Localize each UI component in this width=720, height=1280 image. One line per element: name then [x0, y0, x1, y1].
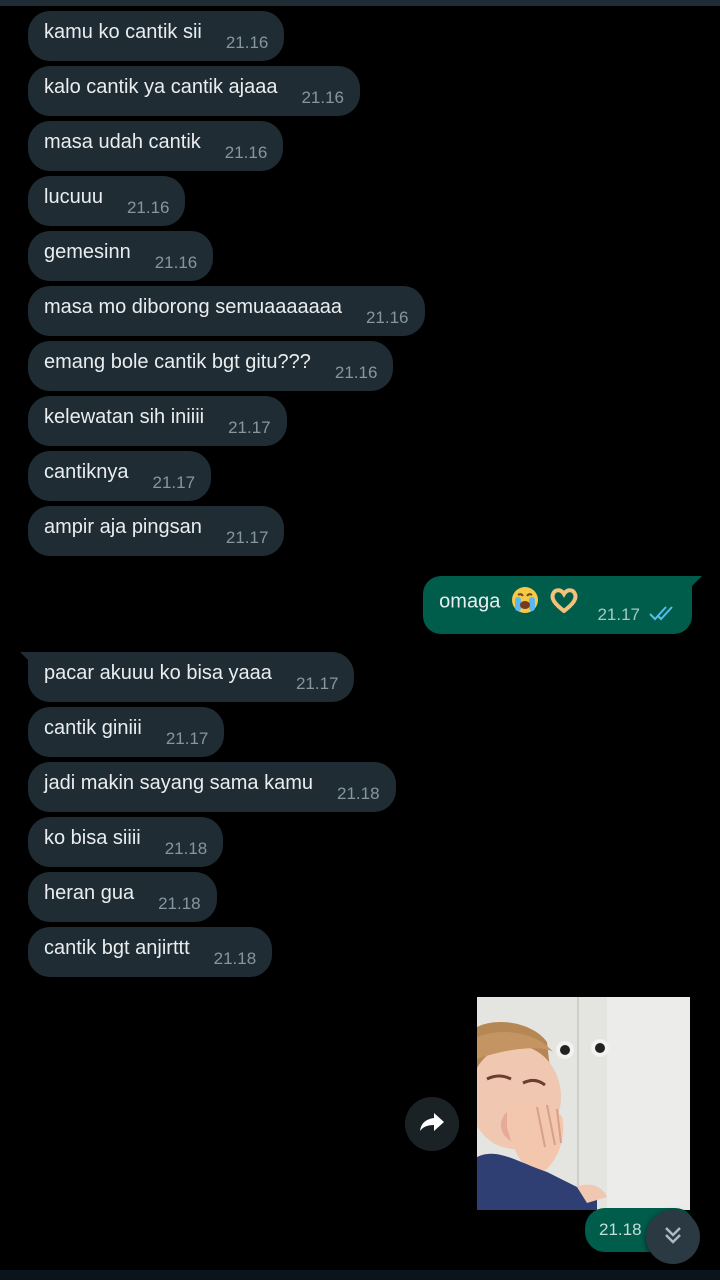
message-bubble-incoming[interactable]: cantik bgt anjirttt 21.18: [28, 927, 273, 977]
bubble-tail: [686, 576, 702, 592]
message-text: cantik giniii: [44, 717, 142, 739]
message-time: 21.18: [213, 949, 257, 968]
message-bubble-incoming[interactable]: kelewatan sih iniiii 21.17: [28, 396, 287, 446]
message-time: 21.17: [152, 473, 196, 492]
message-time: 21.18: [164, 839, 208, 858]
message-bubble-outgoing[interactable]: omaga 21.17: [423, 576, 702, 634]
message-bubble-incoming[interactable]: emang bole cantik bgt gitu??? 21.16: [28, 341, 394, 391]
message-text: cantik bgt anjirttt: [44, 937, 190, 959]
message-time: 21.16: [126, 198, 170, 217]
message-bubble-incoming[interactable]: ko bisa siiii 21.18: [28, 817, 224, 867]
message-text: ampir aja pingsan: [44, 516, 202, 538]
message-time: 21.16: [334, 363, 378, 382]
message-time: 21.18: [158, 894, 201, 913]
message-text: omaga: [439, 585, 579, 619]
message-text: heran gua: [44, 882, 135, 904]
message-text: emang bole cantik bgt gitu???: [44, 351, 311, 373]
message-bubble-incoming[interactable]: heran gua 21.18: [28, 872, 217, 922]
message-time: 21.16: [154, 253, 198, 272]
message-bubble-incoming[interactable]: pacar akuuu ko bisa yaaa 21.17: [20, 652, 355, 702]
message-time: 21.17: [228, 418, 271, 437]
message-bubble-incoming[interactable]: lucuuu 21.16: [28, 176, 186, 226]
message-text: ko bisa siiii: [44, 827, 141, 849]
message-text: cantiknya: [44, 461, 129, 483]
message-bubble-incoming[interactable]: jadi makin sayang sama kamu 21.18: [28, 762, 396, 812]
message-text: masa mo diborong semuaaaaaaa: [44, 296, 342, 318]
message-bubble-incoming[interactable]: gemesinn 21.16: [28, 231, 214, 281]
message-time: 21.16: [224, 143, 268, 162]
bubble-tail: [20, 652, 34, 666]
heart-hands-icon: [549, 587, 579, 617]
crying-child-sticker-icon: [477, 997, 690, 1210]
message-bubble-incoming[interactable]: ampir aja pingsan 21.17: [28, 506, 285, 556]
message-time: 21.17: [597, 605, 640, 624]
message-time: 21.17: [165, 729, 209, 748]
message-time: 21.16: [301, 88, 345, 107]
message-text: kelewatan sih iniiii: [44, 406, 205, 428]
message-time: 21.16: [225, 33, 269, 52]
message-text: gemesinn: [44, 241, 131, 263]
message-text-content: omaga: [439, 590, 501, 613]
top-status-strip: [0, 0, 720, 6]
message-text: kamu ko cantik sii: [44, 21, 202, 43]
message-text: kalo cantik ya cantik ajaaa: [44, 76, 278, 98]
message-time: 21.17: [225, 528, 269, 547]
double-chevron-down-icon: [661, 1223, 685, 1252]
message-text: pacar akuuu ko bisa yaaa: [44, 662, 272, 684]
message-time: 21.18: [337, 784, 380, 803]
forward-arrow-icon: [418, 1110, 446, 1139]
message-bubble-incoming[interactable]: kamu ko cantik sii 21.16: [28, 11, 285, 61]
message-text: lucuuu: [44, 186, 103, 208]
forward-button[interactable]: [405, 1097, 459, 1151]
message-text: masa udah cantik: [44, 131, 201, 153]
message-text: jadi makin sayang sama kamu: [44, 772, 314, 794]
message-bubble-incoming[interactable]: kalo cantik ya cantik ajaaa 21.16: [28, 66, 361, 116]
message-bubble-incoming[interactable]: masa mo diborong semuaaaaaaa 21.16: [28, 286, 425, 336]
read-double-check-icon: [648, 604, 676, 627]
loudly-crying-face-icon: [510, 585, 540, 619]
message-time: 21.17: [295, 674, 339, 693]
message-time: 21.16: [365, 308, 409, 327]
message-bubble-incoming[interactable]: cantiknya 21.17: [28, 451, 212, 501]
message-bubble-incoming[interactable]: masa udah cantik 21.16: [28, 121, 284, 171]
scroll-to-bottom-button[interactable]: [646, 1210, 700, 1264]
sticker-image[interactable]: [477, 997, 690, 1210]
input-bar-edge: [0, 1270, 720, 1280]
message-bubble-incoming[interactable]: cantik giniii 21.17: [28, 707, 225, 757]
message-time: 21.18: [599, 1220, 642, 1239]
